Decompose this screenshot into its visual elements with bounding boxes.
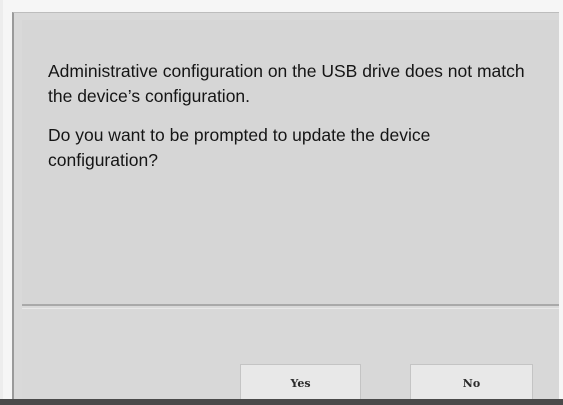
button-bar: Yes No: [22, 308, 559, 402]
bezel-left-edge: [0, 0, 3, 405]
bezel-bottom-edge: [0, 399, 563, 405]
no-button[interactable]: No: [410, 364, 533, 402]
message-update-prompt: Do you want to be prompted to update the…: [48, 125, 431, 170]
yes-button[interactable]: Yes: [240, 364, 361, 402]
dialog-window: Administrative configuration on the USB …: [12, 12, 559, 402]
device-screen: Administrative configuration on the USB …: [0, 0, 563, 405]
message-config-mismatch: Administrative configuration on the USB …: [48, 61, 525, 106]
message-panel: Administrative configuration on the USB …: [22, 20, 559, 306]
